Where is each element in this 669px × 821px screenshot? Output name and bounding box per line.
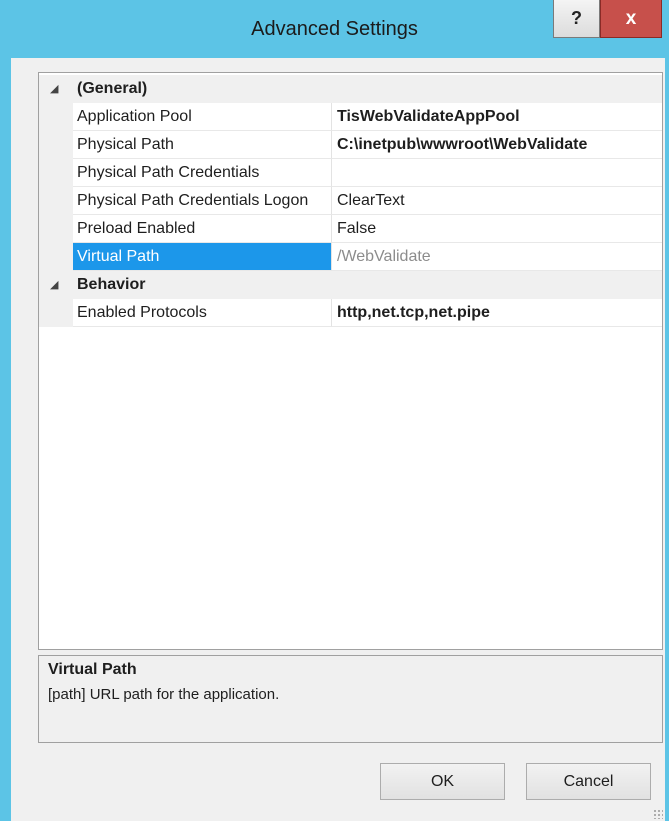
resize-grip-icon[interactable] (653, 809, 663, 819)
description-title: Virtual Path (48, 661, 137, 678)
row-gutter (39, 131, 73, 159)
help-button[interactable]: ? (553, 0, 600, 38)
help-icon: ? (571, 8, 582, 28)
property-row-enabled-protocols[interactable]: Enabled Protocols http,net.tcp,net.pipe (39, 299, 662, 327)
property-value-cell[interactable]: http,net.tcp,net.pipe (332, 299, 662, 327)
property-name: Enabled Protocols (77, 304, 207, 321)
title-bar[interactable]: Advanced Settings ? x (0, 0, 669, 58)
close-button[interactable]: x (600, 0, 662, 38)
property-name-cell[interactable]: Physical Path Credentials Logon (73, 187, 332, 215)
property-row-virtual-path[interactable]: Virtual Path /WebValidate (39, 243, 662, 271)
property-name-cell[interactable]: Physical Path Credentials (73, 159, 332, 187)
category-label: Behavior (77, 276, 146, 293)
category-label: (General) (77, 80, 148, 97)
description-text: [path] URL path for the application. (48, 686, 280, 703)
property-value: http,net.tcp,net.pipe (337, 304, 490, 321)
property-name: Preload Enabled (77, 220, 196, 237)
property-value-cell[interactable] (332, 159, 662, 187)
collapse-arrow-icon[interactable]: ◢ (50, 278, 58, 291)
property-row-physical-path-credentials-logon[interactable]: Physical Path Credentials Logon ClearTex… (39, 187, 662, 215)
row-gutter (39, 215, 73, 243)
property-row-application-pool[interactable]: Application Pool TisWebValidateAppPool (39, 103, 662, 131)
property-name: Physical Path Credentials (77, 164, 260, 181)
dialog-body: ◢ (General) Application Pool TisWebValid… (11, 58, 665, 821)
property-name: Application Pool (77, 108, 192, 125)
row-gutter (39, 299, 73, 327)
property-value-cell[interactable]: C:\inetpub\wwwroot\WebValidate (332, 131, 662, 159)
category-behavior[interactable]: ◢ Behavior (39, 271, 662, 299)
property-name-cell[interactable]: Application Pool (73, 103, 332, 131)
collapse-arrow-icon[interactable]: ◢ (50, 82, 58, 95)
property-row-physical-path-credentials[interactable]: Physical Path Credentials (39, 159, 662, 187)
property-value: ClearText (337, 192, 405, 209)
property-name: Physical Path (77, 136, 174, 153)
property-name-cell-selected[interactable]: Virtual Path (73, 243, 332, 271)
category-general[interactable]: ◢ (General) (39, 75, 662, 103)
property-value-readonly: /WebValidate (337, 248, 431, 265)
property-value-cell[interactable]: False (332, 215, 662, 243)
row-gutter (39, 243, 73, 271)
property-name: Physical Path Credentials Logon (77, 192, 309, 209)
property-grid: ◢ (General) Application Pool TisWebValid… (38, 72, 663, 650)
property-name-cell[interactable]: Enabled Protocols (73, 299, 332, 327)
property-value: TisWebValidateAppPool (337, 108, 520, 125)
ok-button[interactable]: OK (380, 763, 505, 800)
property-value-cell[interactable]: TisWebValidateAppPool (332, 103, 662, 131)
property-name-cell[interactable]: Physical Path (73, 131, 332, 159)
property-row-preload-enabled[interactable]: Preload Enabled False (39, 215, 662, 243)
cancel-button[interactable]: Cancel (526, 763, 651, 800)
property-value-cell[interactable]: ClearText (332, 187, 662, 215)
close-icon: x (625, 7, 637, 29)
property-row-physical-path[interactable]: Physical Path C:\inetpub\wwwroot\WebVali… (39, 131, 662, 159)
property-name: Virtual Path (77, 248, 160, 265)
row-gutter (39, 159, 73, 187)
property-name-cell[interactable]: Preload Enabled (73, 215, 332, 243)
description-panel: Virtual Path [path] URL path for the app… (38, 655, 663, 743)
property-value: False (337, 220, 377, 237)
property-value-cell[interactable]: /WebValidate (332, 243, 662, 271)
row-gutter (39, 103, 73, 131)
row-gutter (39, 187, 73, 215)
advanced-settings-dialog: Advanced Settings ? x ◢ (General) Applic… (0, 0, 669, 821)
property-value: C:\inetpub\wwwroot\WebValidate (337, 136, 588, 153)
